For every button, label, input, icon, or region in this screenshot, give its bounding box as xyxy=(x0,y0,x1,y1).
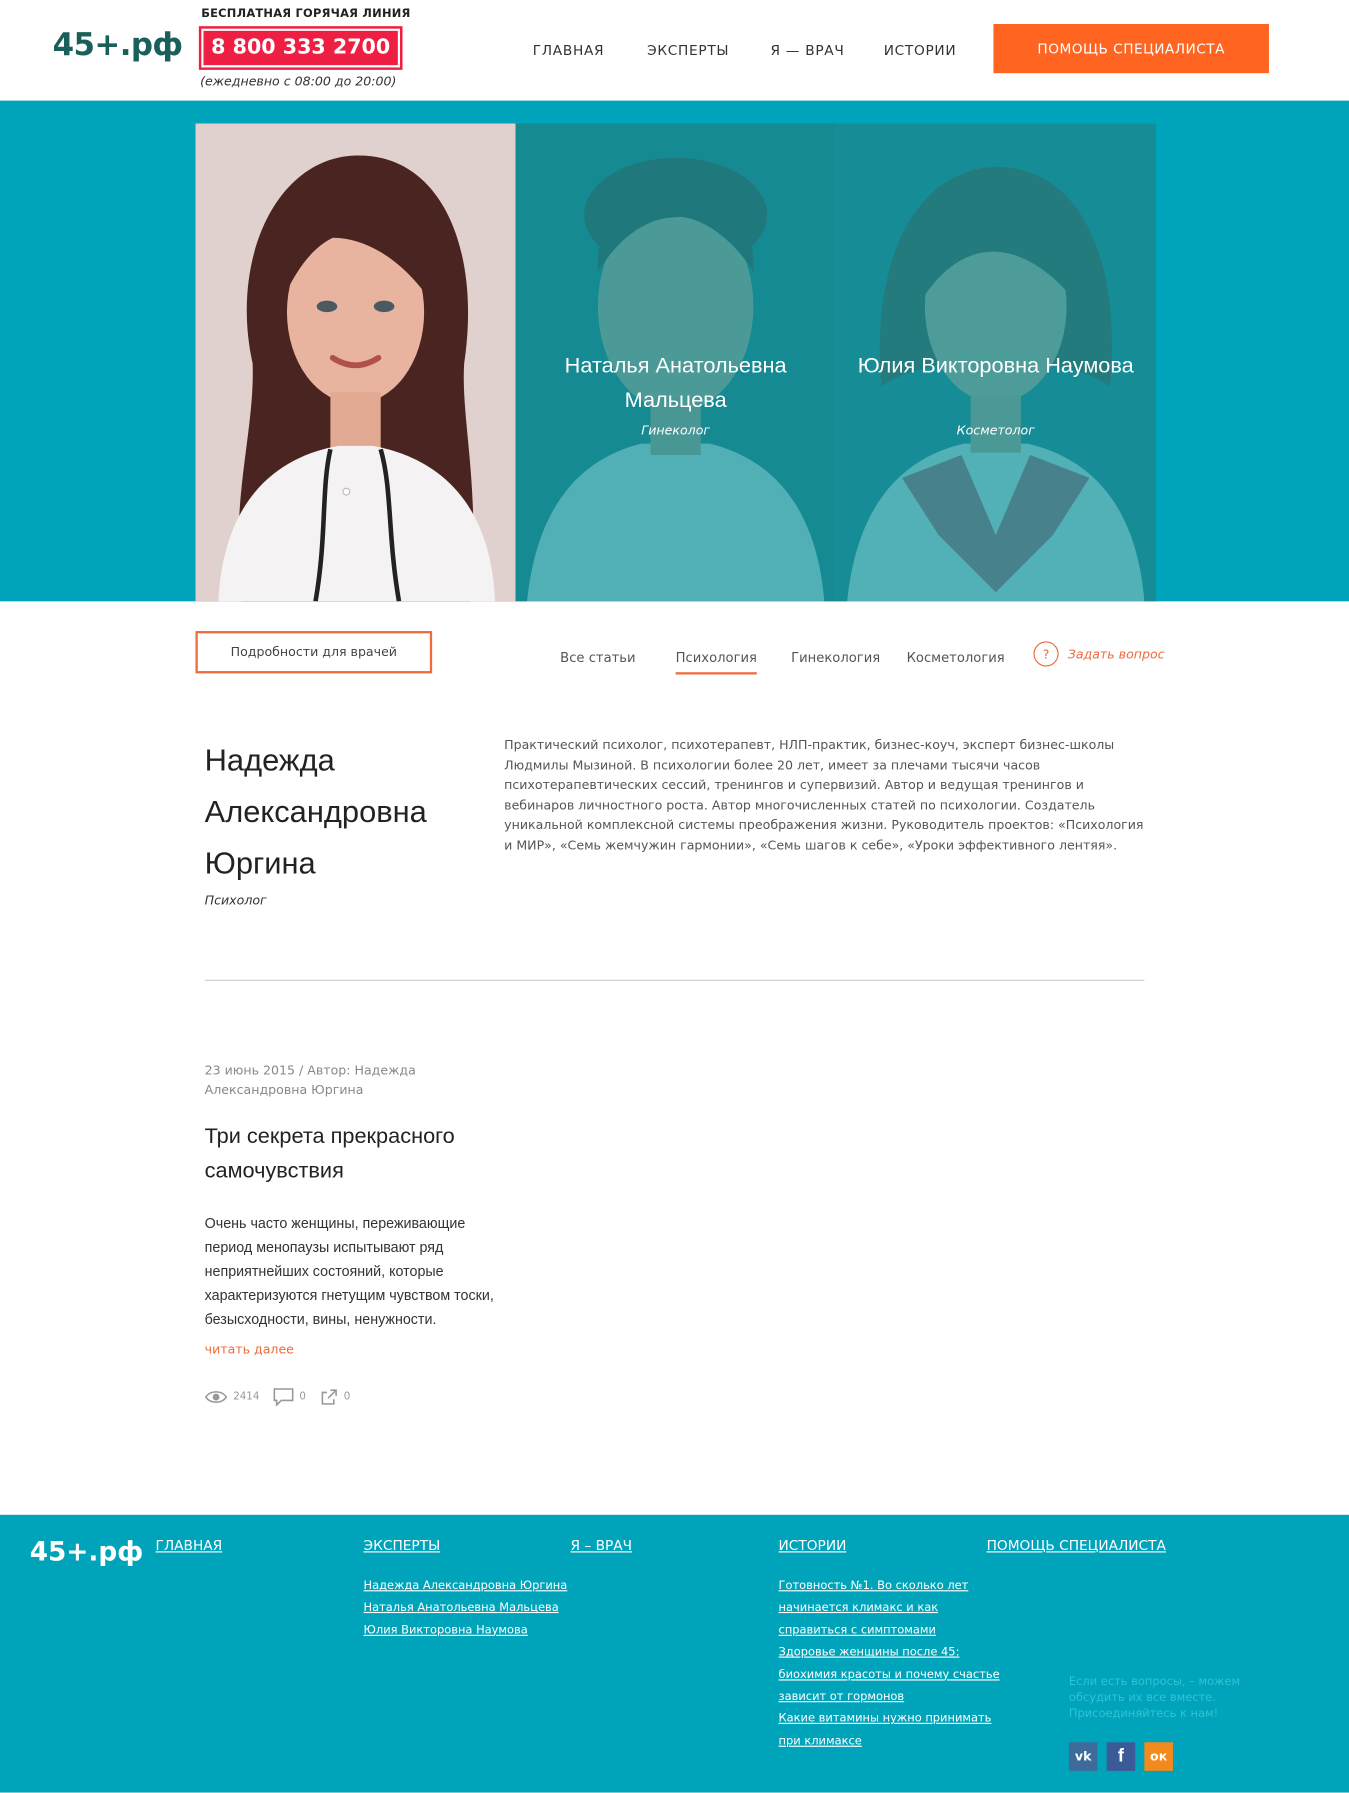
share-icon[interactable] xyxy=(320,1388,338,1406)
expert-profile-role: Психолог xyxy=(204,892,267,908)
comments-count: 0 xyxy=(299,1391,306,1403)
expert-card-spec: Косметолог xyxy=(956,422,1035,438)
hotline-phone[interactable]: 8 800 333 2700 xyxy=(198,26,403,70)
site-logo[interactable]: 45+.рф xyxy=(53,27,183,62)
expert-card-name: Наталья Анатольевна Мальцева xyxy=(564,354,787,413)
ask-question-link[interactable]: ? Задать вопрос xyxy=(1033,641,1165,667)
footer-nav-stories[interactable]: ИСТОРИИ xyxy=(779,1538,847,1554)
read-more-link[interactable]: читать далее xyxy=(205,1342,294,1357)
footer-nav-home[interactable]: ГЛАВНАЯ xyxy=(155,1538,222,1554)
nav-experts[interactable]: ЭКСПЕРТЫ xyxy=(647,42,729,58)
footer-story-link[interactable]: Какие витамины нужно принимать xyxy=(779,1708,1000,1730)
views-count: 2414 xyxy=(233,1391,260,1403)
footer-story-link[interactable]: зависит от гормонов xyxy=(779,1686,1000,1708)
shares-count: 0 xyxy=(343,1391,351,1403)
tab-psychology[interactable]: Психология xyxy=(675,649,758,675)
comment-icon[interactable] xyxy=(273,1388,294,1407)
footer-nav-doctor[interactable]: Я – ВРАЧ xyxy=(570,1538,632,1554)
article-excerpt: Очень часто женщины, переживающие период… xyxy=(204,1215,494,1328)
footer-story-link[interactable]: справиться с симптомами xyxy=(779,1620,1000,1642)
section-divider xyxy=(204,979,1145,981)
article-title[interactable]: Три секрета прекрасного самочувствия xyxy=(205,1120,525,1189)
footer-logo[interactable]: 45+.рф xyxy=(30,1538,144,1568)
site-header: 45+.рф БЕСПЛАТНАЯ ГОРЯЧАЯ ЛИНИЯ 8 800 33… xyxy=(0,0,1349,101)
footer-social-note: Если есть вопросы, – можем обсудить их в… xyxy=(1068,1675,1241,1721)
footer-story-link[interactable]: начинается климакс и как xyxy=(779,1598,1000,1620)
footer-story-link[interactable]: при климаксе xyxy=(779,1731,1000,1753)
hotline-hours: (ежедневно с 08:00 до 20:00) xyxy=(200,74,397,90)
nav-stories[interactable]: ИСТОРИИ xyxy=(884,42,957,58)
footer-story-link[interactable]: Готовность №1. Во сколько лет xyxy=(779,1575,1000,1597)
footer-link-yurgina[interactable]: Надежда Александровна Юргина xyxy=(364,1575,568,1597)
page: 45+.рф БЕСПЛАТНАЯ ГОРЯЧАЯ ЛИНИЯ 8 800 33… xyxy=(0,0,1349,1793)
expert-card-naumova[interactable]: Юлия Викторовна Наумова Косметолог xyxy=(835,123,1156,602)
footer-expert-links: Надежда Александровна Юргина Наталья Ана… xyxy=(364,1575,568,1642)
hotline-title: БЕСПЛАТНАЯ ГОРЯЧАЯ ЛИНИЯ xyxy=(201,8,411,21)
expert-card-spec: Гинеколог xyxy=(641,422,711,438)
tab-all-articles[interactable]: Все статьи xyxy=(560,649,635,665)
expert-profile-bio: Практический психолог, психотерапевт, НЛ… xyxy=(504,737,1144,853)
vk-icon[interactable]: vk xyxy=(1068,1742,1098,1771)
nav-home[interactable]: ГЛАВНАЯ xyxy=(533,42,605,58)
doctors-details-button[interactable]: Подробности для врачей xyxy=(195,631,433,674)
specialist-help-button[interactable]: ПОМОЩЬ СПЕЦИАЛИСТА xyxy=(993,24,1269,74)
nav-doctor[interactable]: Я — ВРАЧ xyxy=(771,42,845,58)
tab-gynecology[interactable]: Гинекология xyxy=(791,649,880,665)
footer-story-link[interactable]: Здоровье женщины после 45: xyxy=(779,1642,1000,1664)
eye-icon xyxy=(204,1391,228,1403)
footer-story-links: Готовность №1. Во сколько лет начинается… xyxy=(779,1575,1000,1752)
tab-cosmetology[interactable]: Косметология xyxy=(907,649,1005,665)
expert-card-maltseva[interactable]: Наталья Анатольевна Мальцева Гинеколог xyxy=(515,123,836,602)
odnoklassniki-icon[interactable]: ок xyxy=(1144,1742,1173,1771)
expert-card-yurgina[interactable] xyxy=(195,123,516,602)
question-icon: ? xyxy=(1033,641,1059,667)
footer-story-link[interactable]: биохимия красоты и почему счастье xyxy=(779,1664,1000,1686)
facebook-icon[interactable]: f xyxy=(1106,1742,1136,1771)
experts-hero: Наталья Анатольевна Мальцева Гинеколог Ю… xyxy=(0,100,1349,602)
site-footer: 45+.рф ГЛАВНАЯ ЭКСПЕРТЫ Я – ВРАЧ ИСТОРИИ… xyxy=(0,1514,1349,1793)
footer-link-maltseva[interactable]: Наталья Анатольевна Мальцева xyxy=(364,1598,568,1620)
expert-profile-name: Надежда Александровна Юргина xyxy=(204,743,427,881)
footer-nav-help[interactable]: ПОМОЩЬ СПЕЦИАЛИСТА xyxy=(987,1538,1166,1554)
article-meta: 23 июнь 2015 / Автор: Надежда Александро… xyxy=(204,1063,416,1098)
footer-nav-experts[interactable]: ЭКСПЕРТЫ xyxy=(364,1538,441,1554)
ask-question-label: Задать вопрос xyxy=(1067,646,1165,662)
expert-card-name: Юлия Викторовна Наумова xyxy=(857,354,1134,379)
footer-link-naumova[interactable]: Юлия Викторовна Наумова xyxy=(364,1620,568,1642)
expert-photo-yurgina xyxy=(195,123,516,602)
article-stats: 2414 0 0 xyxy=(204,1388,364,1407)
